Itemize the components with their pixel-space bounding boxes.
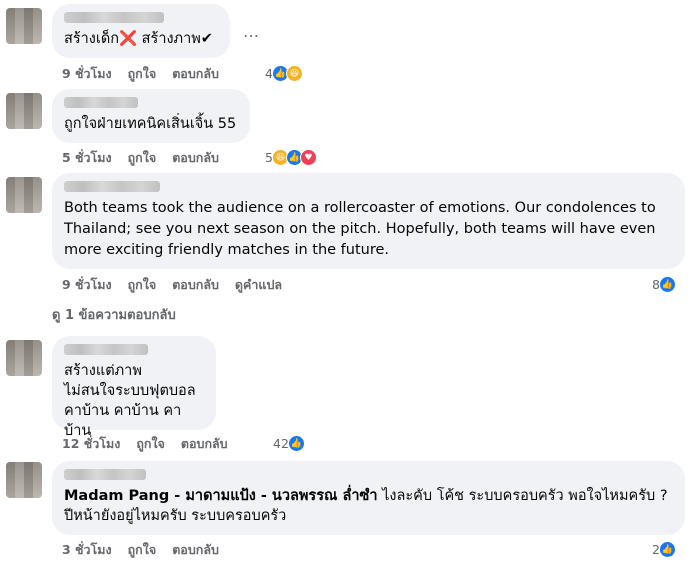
love-icon: ♥ — [299, 149, 317, 166]
view-replies-label: ดู 1 ข้อความตอบกลับ — [52, 308, 176, 323]
timestamp[interactable]: 9 ชั่วโมง — [62, 275, 112, 295]
reaction-summary[interactable]: 8 👍 — [652, 276, 676, 293]
comment-actions: 12 ชั่วโมง ถูกใจ ตอบกลับ — [62, 434, 228, 454]
reply-button[interactable]: ตอบกลับ — [172, 275, 219, 295]
like-button[interactable]: ถูกใจ — [128, 275, 157, 295]
comment-actions: 9 ชั่วโมง ถูกใจ ตอบกลับ — [62, 64, 219, 84]
comment-bubble: สร้างเด็ก❌ สร้างภาพ✔ — [52, 4, 230, 58]
reaction-summary[interactable]: 4 👍 😆 — [265, 65, 303, 82]
mention-link[interactable]: Madam Pang - มาดามแป้ง - นวลพรรณ ล่ำซำ — [64, 488, 378, 504]
timestamp[interactable]: 9 ชั่วโมง — [62, 64, 112, 84]
comment-line-1: สร้างแต่ภาพ — [64, 363, 142, 379]
timestamp[interactable]: 12 ชั่วโมง — [62, 434, 120, 454]
commenter-name-blurred[interactable] — [64, 469, 146, 480]
like-icon: 👍 — [287, 435, 305, 452]
commenter-name-blurred[interactable] — [64, 344, 148, 355]
comment-text-rest: ไงละคับ โค้ช ระบบครอบครัว พอใจไหมครับ ? — [377, 488, 668, 504]
comment-bubble: สร้างแต่ภาพ ไม่สนใจระบบฟุตบอล คาบ้าน คาบ… — [52, 336, 216, 439]
comment-text: Both teams took the audience on a roller… — [64, 200, 661, 258]
like-button[interactable]: ถูกใจ — [128, 148, 157, 168]
comment-actions: 3 ชั่วโมง ถูกใจ ตอบกลับ — [62, 540, 219, 560]
avatar[interactable] — [6, 462, 42, 498]
reaction-summary[interactable]: 42 👍 — [273, 435, 305, 452]
commenter-name-blurred[interactable] — [64, 97, 138, 108]
like-button[interactable]: ถูกใจ — [136, 434, 165, 454]
like-icon: 👍 — [658, 541, 676, 558]
comment-text: สร้างเด็ก❌ สร้างภาพ✔ — [64, 31, 213, 47]
haha-icon: 😆 — [285, 65, 303, 82]
avatar[interactable] — [6, 340, 42, 376]
timestamp[interactable]: 3 ชั่วโมง — [62, 540, 112, 560]
avatar[interactable] — [6, 8, 42, 44]
comment-bubble: Both teams took the audience on a roller… — [52, 173, 685, 269]
more-options-icon[interactable]: … — [243, 22, 260, 41]
comment-actions: 9 ชั่วโมง ถูกใจ ตอบกลับ ดูคำแปล — [62, 275, 282, 295]
reply-button[interactable]: ตอบกลับ — [172, 540, 219, 560]
translate-button[interactable]: ดูคำแปล — [235, 275, 282, 295]
avatar[interactable] — [6, 177, 42, 213]
reaction-summary[interactable]: 2 👍 — [652, 541, 676, 558]
reaction-count: 42 — [273, 436, 289, 451]
commenter-name-blurred[interactable] — [64, 181, 160, 192]
reaction-summary[interactable]: 5 😆 👍 ♥ — [265, 149, 317, 166]
comment-text: ถูกใจฝ่ายเทคนิคเสิ่นเจิ้น 55 — [64, 116, 237, 132]
like-icon: 👍 — [658, 276, 676, 293]
reply-button[interactable]: ตอบกลับ — [172, 64, 219, 84]
comment-line-2: ไม่สนใจระบบฟุตบอล — [64, 383, 196, 399]
reply-button[interactable]: ตอบกลับ — [172, 148, 219, 168]
comment-bubble: ถูกใจฝ่ายเทคนิคเสิ่นเจิ้น 55 — [52, 89, 250, 143]
avatar[interactable] — [6, 93, 42, 129]
comment-bubble: Madam Pang - มาดามแป้ง - นวลพรรณ ล่ำซำ ไ… — [52, 461, 685, 535]
comment-actions: 5 ชั่วโมง ถูกใจ ตอบกลับ — [62, 148, 219, 168]
like-button[interactable]: ถูกใจ — [128, 540, 157, 560]
view-replies-button[interactable]: ดู 1 ข้อความตอบกลับ — [52, 304, 176, 325]
comment-text-line-2: ปีหน้ายังอยู่ไหมครับ ระบบครอบครัว — [64, 508, 287, 524]
like-button[interactable]: ถูกใจ — [128, 64, 157, 84]
timestamp[interactable]: 5 ชั่วโมง — [62, 148, 112, 168]
reply-button[interactable]: ตอบกลับ — [181, 434, 228, 454]
commenter-name-blurred[interactable] — [64, 12, 164, 23]
comment-text: Madam Pang - มาดามแป้ง - นวลพรรณ ล่ำซำ ไ… — [64, 486, 673, 506]
